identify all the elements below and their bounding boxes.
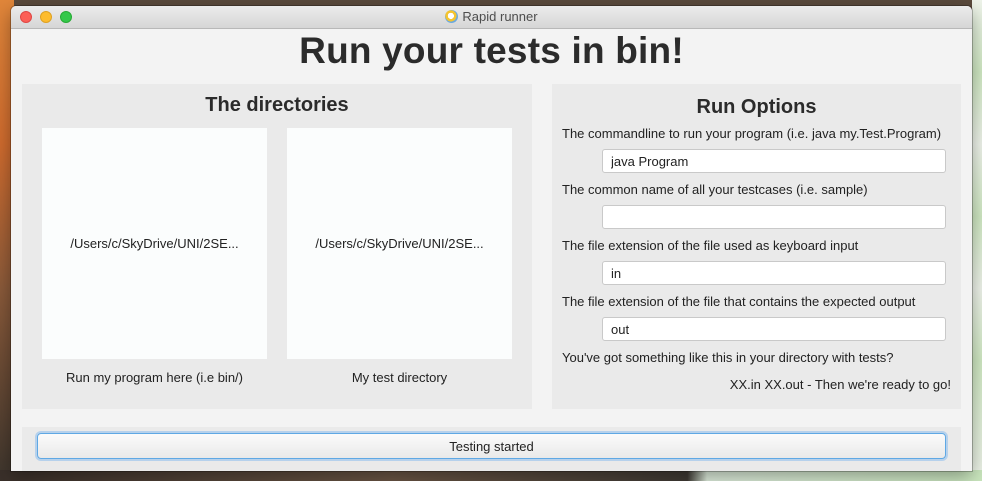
directory-question-text: You've got something like this in your d… [562, 350, 894, 365]
output-extension-label: The file extension of the file that cont… [562, 294, 916, 309]
run-options-title: Run Options [696, 96, 817, 118]
test-directory-caption: My test directory [351, 370, 448, 385]
magnifier-icon [445, 10, 459, 23]
program-directory-caption: Run my program here (i.e bin/) [65, 370, 243, 385]
program-directory-path: /Users/c/SkyDrive/UNI/2SE... [70, 236, 239, 251]
input-extension-label: The file extension of the file used as k… [562, 238, 859, 253]
window-title: Rapid runner [11, 9, 972, 24]
testing-status-button[interactable]: Testing started [37, 433, 946, 459]
page-title: Run your tests in bin! [299, 30, 684, 71]
ready-text: XX.in XX.out - Then we're ready to go! [729, 377, 951, 392]
directories-panel: The directories /Users/c/SkyDrive/UNI/2S… [22, 84, 532, 409]
testcase-name-label: The common name of all your testcases (i… [562, 182, 868, 197]
testcase-name-input[interactable] [602, 205, 946, 229]
window-title-text: Rapid runner [462, 9, 538, 24]
commandline-input[interactable] [602, 149, 946, 173]
desktop-background-bottom [0, 470, 982, 481]
commandline-label: The commandline to run your program (i.e… [562, 126, 942, 141]
test-directory-dropzone[interactable]: /Users/c/SkyDrive/UNI/2SE... [287, 128, 512, 359]
test-directory-path: /Users/c/SkyDrive/UNI/2SE... [315, 236, 484, 251]
program-directory-dropzone[interactable]: /Users/c/SkyDrive/UNI/2SE... [42, 128, 267, 359]
directories-title: The directories [205, 94, 349, 116]
output-extension-input[interactable] [602, 317, 946, 341]
run-options-panel: Run Options The commandline to run your … [552, 84, 961, 409]
title-bar[interactable]: Rapid runner [11, 6, 972, 29]
app-window: Rapid runner Run your tests in bin! The … [11, 6, 972, 471]
desktop-background-right [972, 0, 982, 481]
status-area: Testing started [22, 427, 961, 471]
input-extension-input[interactable] [602, 261, 946, 285]
